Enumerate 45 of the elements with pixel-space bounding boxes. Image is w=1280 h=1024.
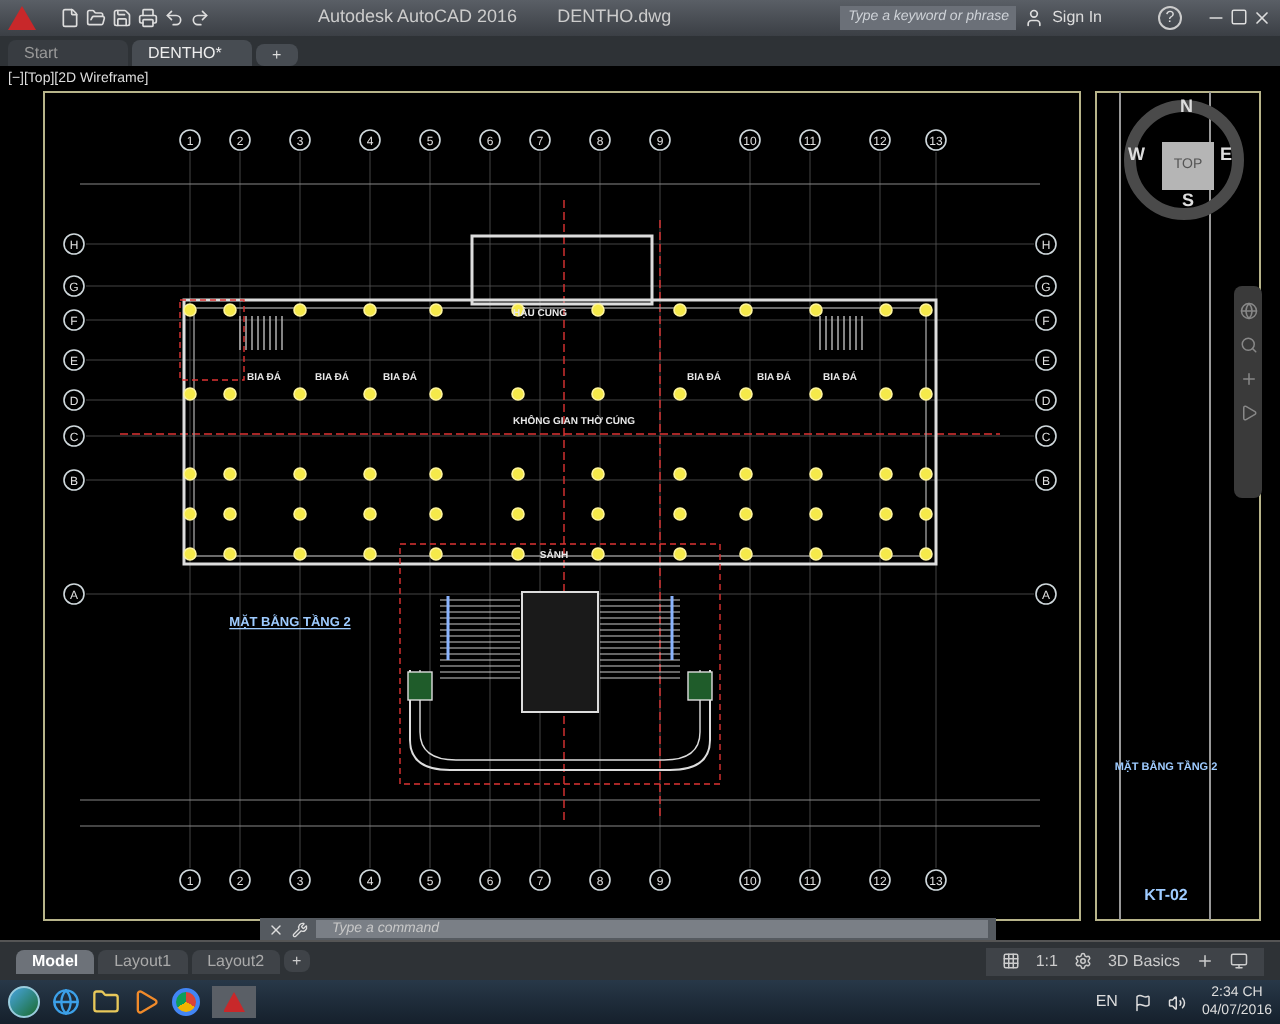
monitor-icon[interactable] (1230, 952, 1248, 970)
print-icon[interactable] (138, 8, 158, 28)
browser-icon[interactable] (172, 988, 200, 1016)
flag-icon[interactable] (1133, 993, 1152, 1011)
help-button[interactable]: ? (1158, 6, 1182, 30)
close-icon[interactable] (268, 921, 284, 937)
orbit-icon[interactable] (1239, 404, 1257, 422)
new-tab-button[interactable]: + (256, 44, 298, 66)
north-label: N (1180, 94, 1193, 120)
user-icon[interactable] (1024, 8, 1045, 28)
zoom-icon[interactable] (1239, 336, 1257, 354)
redo-icon[interactable] (190, 8, 210, 28)
add-layout-button[interactable]: + (284, 950, 310, 972)
wheel-icon[interactable] (1239, 302, 1257, 320)
sign-in-button[interactable]: Sign In (1052, 6, 1102, 30)
open-folder-icon[interactable] (86, 8, 106, 28)
speaker-icon[interactable] (1167, 993, 1186, 1011)
scale-button[interactable]: 1:1 (1035, 949, 1058, 973)
play-icon[interactable] (132, 988, 160, 1016)
pan-icon[interactable] (1239, 370, 1257, 388)
document-tab[interactable]: DENTHO* (132, 40, 252, 66)
south-label: S (1182, 188, 1195, 214)
east-label: E (1220, 142, 1233, 168)
file-name: DENTHO.dwg (557, 4, 672, 31)
grid-icon[interactable] (1001, 952, 1020, 970)
maximize-icon[interactable] (1230, 8, 1248, 26)
globe-icon[interactable] (52, 988, 80, 1016)
save-icon[interactable] (112, 8, 132, 28)
undo-icon[interactable] (164, 8, 184, 28)
folder-icon[interactable] (92, 988, 120, 1016)
language-indicator[interactable]: EN (1095, 990, 1118, 1014)
plus-icon[interactable] (1196, 952, 1214, 970)
layout-tab[interactable]: Layout2 (191, 949, 281, 973)
layout-tab[interactable]: Model (16, 949, 95, 973)
layout-tab[interactable]: Layout1 (98, 949, 188, 973)
window-title: Autodesk AutoCAD 2016 (318, 4, 518, 31)
start-orb-icon[interactable] (8, 986, 40, 1018)
sheet-number: KT-02 (1144, 886, 1188, 904)
west-label: W (1128, 142, 1145, 168)
close-icon[interactable] (1252, 8, 1272, 28)
workspace-button[interactable]: 3D Basics (1107, 949, 1180, 973)
wrench-icon[interactable] (292, 921, 308, 937)
gear-icon[interactable] (1073, 952, 1092, 970)
document-tab[interactable]: Start (8, 40, 128, 66)
new-file-icon[interactable] (60, 8, 80, 28)
